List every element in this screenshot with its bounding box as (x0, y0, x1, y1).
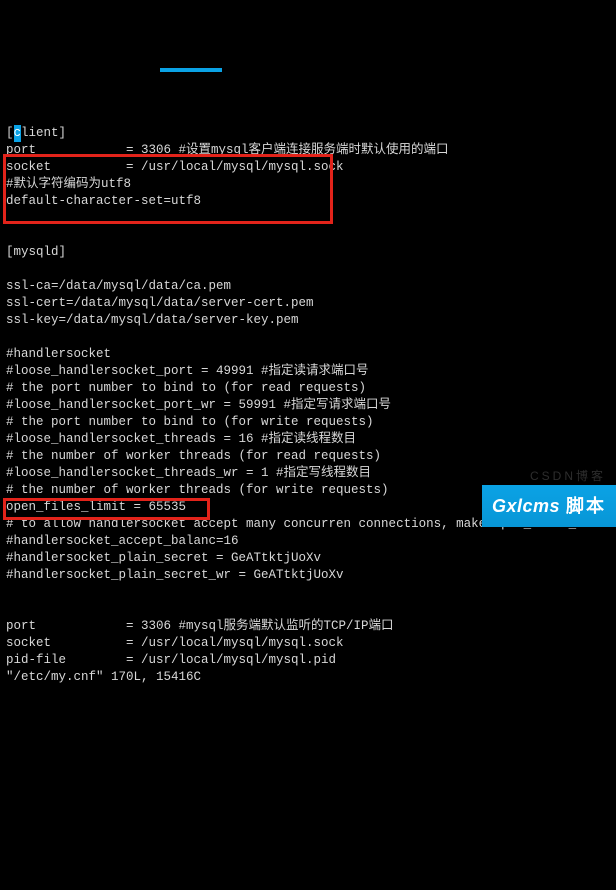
cfg-line: port = 3306 #设置mysql客户端连接服务端时默认使用的端口 (6, 143, 449, 157)
line-1-rest: lient] (21, 126, 66, 140)
terminal-content[interactable]: [client] port = 3306 #设置mysql客户端连接服务端时默认… (0, 108, 616, 686)
cfg-line: #loose_handlersocket_threads_wr = 1 #指定写… (6, 466, 371, 480)
cfg-line: default-character-set=utf8 (6, 194, 201, 208)
cfg-line: # the port number to bind to (for write … (6, 415, 374, 429)
watermark-script: 脚本 (566, 498, 606, 515)
cfg-line: # the number of worker threads (for writ… (6, 483, 389, 497)
cfg-line: #默认字符编码为utf8 (6, 177, 131, 191)
cfg-line: #handlersocket_plain_secret = GeATtktjUo… (6, 551, 321, 565)
vim-status-line: "/etc/my.cnf" 170L, 15416C (6, 670, 201, 684)
cfg-line: #loose_handlersocket_port = 49991 #指定读请求… (6, 364, 369, 378)
cfg-line: # the number of worker threads (for read… (6, 449, 381, 463)
bracket-open: [ (6, 126, 14, 140)
faint-source-text: CSDN博客 (530, 468, 606, 485)
cfg-line: open_files_limit = 65535 (6, 500, 186, 514)
cfg-line: #handlersocket_accept_balanc=16 (6, 534, 239, 548)
cfg-line: ssl-key=/data/mysql/data/server-key.pem (6, 313, 299, 327)
cfg-line: #loose_handlersocket_port_wr = 59991 #指定… (6, 398, 391, 412)
watermark-brand: Gxlcms (492, 498, 560, 515)
titlebar-accent (160, 68, 222, 72)
watermark-badge: Gxlcms 脚本 (482, 485, 616, 527)
cfg-line: ssl-ca=/data/mysql/data/ca.pem (6, 279, 231, 293)
cfg-line: # the port number to bind to (for read r… (6, 381, 366, 395)
cursor-char: c (14, 125, 22, 142)
cfg-line: #handlersocket_plain_secret_wr = GeATtkt… (6, 568, 344, 582)
cfg-line: ssl-cert=/data/mysql/data/server-cert.pe… (6, 296, 314, 310)
cfg-line: pid-file = /usr/local/mysql/mysql.pid (6, 653, 336, 667)
cfg-line: #handlersocket (6, 347, 111, 361)
cfg-line: [mysqld] (6, 245, 66, 259)
cfg-line: socket = /usr/local/mysql/mysql.sock (6, 636, 344, 650)
cfg-line: #loose_handlersocket_threads = 16 #指定读线程… (6, 432, 356, 446)
window-titlebar (0, 68, 616, 74)
cfg-line: port = 3306 #mysql服务端默认监听的TCP/IP端口 (6, 619, 394, 633)
cfg-line: socket = /usr/local/mysql/mysql.sock (6, 160, 344, 174)
